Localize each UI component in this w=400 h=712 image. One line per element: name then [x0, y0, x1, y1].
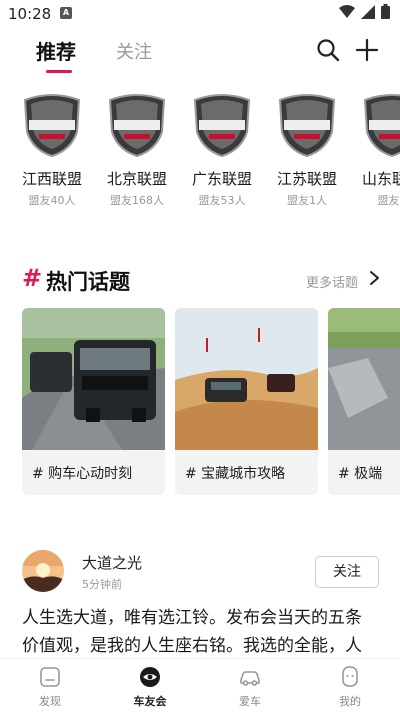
hash-icon: #	[22, 264, 43, 292]
topic-card[interactable]: # 宝藏城市攻略	[175, 308, 318, 495]
car-icon	[240, 671, 260, 686]
alliance-item[interactable]: 江西联盟 盟友40人	[12, 92, 92, 208]
avatar-image	[22, 550, 64, 592]
alliance-member-count: 盟友2	[377, 194, 400, 207]
topic-card-list: # 购车心动时刻 # 宝藏城市攻略 # 极端	[22, 308, 400, 498]
alliance-badge-icon	[108, 94, 166, 158]
alliance-item[interactable]: 江苏联盟 盟友1人	[267, 92, 347, 208]
hot-topics-header: # 热门话题 更多话题	[22, 264, 382, 298]
tab-follow[interactable]: 关注	[116, 38, 152, 64]
nav-label: 发现	[39, 695, 61, 708]
more-topics-link[interactable]: 更多话题	[306, 272, 358, 291]
alliance-name: 广东联盟	[191, 170, 252, 188]
alliance-name: 北京联盟	[106, 170, 167, 188]
alliance-item[interactable]: 北京联盟 盟友168人	[97, 92, 177, 208]
post-time: 5分钟前	[82, 578, 122, 591]
topic-image	[22, 308, 165, 450]
topic-card[interactable]: # 极端	[328, 308, 400, 495]
wifi-icon	[339, 4, 355, 18]
club-icon	[140, 667, 160, 687]
alliance-badge-icon	[193, 94, 251, 158]
alliance-name: 江西联盟	[21, 170, 82, 188]
status-icons	[339, 4, 390, 19]
post-text[interactable]: 人生选大道，唯有选江铃。发布会当天的五条价值观，是我的人生座右铭。我选的全能，人	[22, 604, 372, 658]
chevron-right-icon[interactable]	[368, 270, 380, 286]
topic-card[interactable]: # 购车心动时刻	[22, 308, 165, 495]
status-bar: 10:28 A	[0, 0, 400, 28]
alliance-member-count: 盟友1人	[287, 194, 327, 207]
alliance-name: 江苏联盟	[276, 170, 337, 188]
alliance-member-count: 盟友40人	[28, 194, 76, 207]
plus-icon[interactable]	[355, 38, 379, 62]
battery-icon	[381, 4, 390, 19]
post-author[interactable]: 大道之光	[82, 552, 142, 573]
section-title: 热门话题	[46, 270, 130, 294]
alliance-item[interactable]: 广东联盟 盟友53人	[182, 92, 262, 208]
nav-label: 我的	[339, 695, 361, 708]
tab-recommend[interactable]: 推荐	[36, 36, 76, 65]
status-time: 10:28	[8, 5, 52, 23]
top-nav: 推荐 关注	[0, 28, 400, 76]
topic-image	[328, 308, 400, 450]
alliance-name: 山东联盟	[361, 170, 400, 188]
alliance-list: 江西联盟 盟友40人 北京联盟 盟友168人 广东联盟 盟友53人 江苏联盟 盟	[0, 92, 400, 212]
topic-label: # 购车心动时刻	[32, 466, 133, 482]
alliance-badge-icon	[363, 94, 400, 158]
alliance-member-count: 盟友53人	[198, 194, 246, 207]
follow-button[interactable]: 关注	[315, 556, 379, 588]
search-icon[interactable]	[316, 38, 340, 62]
avatar[interactable]	[22, 550, 64, 592]
notification-icon: A	[60, 7, 72, 19]
nav-profile[interactable]: 我的	[300, 665, 400, 709]
nav-car[interactable]: 爱车	[200, 665, 300, 709]
topic-label: # 宝藏城市攻略	[185, 466, 286, 482]
bottom-nav: 发现 车友会 爱车 我的	[0, 658, 400, 712]
nav-club[interactable]: 车友会	[100, 665, 200, 709]
alliance-badge-icon	[278, 94, 336, 158]
alliance-badge-icon	[23, 94, 81, 158]
profile-icon	[342, 666, 358, 687]
signal-icon	[361, 4, 375, 19]
nav-label: 爱车	[239, 695, 261, 708]
nav-discover[interactable]: 发现	[0, 665, 100, 709]
topic-label: # 极端	[338, 466, 383, 482]
nav-label: 车友会	[133, 695, 167, 708]
topic-image	[175, 308, 318, 450]
tab-active-indicator	[46, 70, 72, 73]
alliance-member-count: 盟友168人	[110, 194, 164, 207]
discover-icon	[40, 667, 60, 687]
alliance-item[interactable]: 山东联盟 盟友2	[352, 92, 400, 208]
